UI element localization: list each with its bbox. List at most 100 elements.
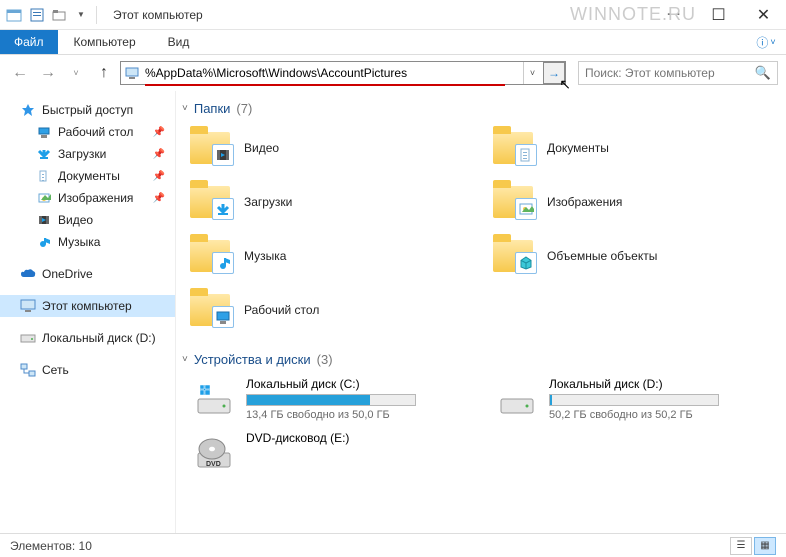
view-details-button[interactable]: ☰ bbox=[730, 537, 752, 555]
drive-item[interactable]: Локальный диск (C:) 13,4 ГБ свободно из 5… bbox=[188, 373, 479, 425]
qat-properties-icon[interactable] bbox=[28, 6, 46, 24]
folder-icon bbox=[493, 234, 537, 278]
pc-icon bbox=[20, 298, 36, 314]
qat-dropdown-icon[interactable]: ▼ bbox=[72, 6, 90, 24]
folder-item[interactable]: Объемные объекты bbox=[491, 230, 782, 282]
ribbon-tabs: Файл Компьютер Вид ⓘ ˅ bbox=[0, 30, 786, 55]
video-icon bbox=[36, 212, 52, 228]
chevron-down-icon: ˅ bbox=[182, 103, 188, 114]
folder-label: Изображения bbox=[547, 195, 622, 209]
navigation-pane: Быстрый доступ Рабочий стол📌Загрузки📌Док… bbox=[0, 91, 176, 533]
drive-free-text: 13,4 ГБ свободно из 50,0 ГБ bbox=[246, 409, 475, 421]
chevron-down-icon: ˅ bbox=[182, 354, 188, 365]
window-icon bbox=[6, 7, 22, 23]
drive-label: DVD-дисковод (E:) bbox=[246, 431, 475, 445]
group-drives-header[interactable]: ˅ Устройства и диски (3) bbox=[176, 350, 782, 373]
nav-row: ← → ˅ ↑ ˅ → ↖ 🔍 bbox=[0, 55, 786, 91]
folder-icon bbox=[493, 126, 537, 170]
tab-view[interactable]: Вид bbox=[152, 30, 206, 54]
folder-icon bbox=[190, 234, 234, 278]
nav-onedrive[interactable]: OneDrive bbox=[0, 263, 175, 285]
pin-icon: 📌 bbox=[153, 171, 165, 182]
folder-item[interactable]: Изображения bbox=[491, 176, 782, 228]
titlebar: ▼ Этот компьютер WINNOTE.RU ─ ☐ ✕ bbox=[0, 0, 786, 30]
nav-up-button[interactable]: ↑ bbox=[92, 61, 116, 85]
folder-label: Загрузки bbox=[244, 195, 292, 209]
address-go-button[interactable]: → bbox=[543, 62, 565, 84]
downloads-icon bbox=[36, 146, 52, 162]
nav-quick-item[interactable]: Изображения📌 bbox=[0, 187, 175, 209]
hdd-win-icon bbox=[192, 377, 236, 421]
nav-quick-item[interactable]: Загрузки📌 bbox=[0, 143, 175, 165]
tab-file[interactable]: Файл bbox=[0, 30, 58, 54]
group-folders-header[interactable]: ˅ Папки (7) bbox=[176, 99, 782, 122]
pin-icon: 📌 bbox=[153, 193, 165, 204]
nav-local-disk-d[interactable]: Локальный диск (D:) bbox=[0, 327, 175, 349]
pc-icon bbox=[121, 65, 143, 81]
content-area: ˅ Папки (7) Видео Документы Загрузки Изобра… bbox=[176, 91, 786, 533]
window-title: Этот компьютер bbox=[113, 8, 203, 22]
nav-quick-access[interactable]: Быстрый доступ bbox=[0, 99, 175, 121]
folder-icon bbox=[493, 180, 537, 224]
address-dropdown-icon[interactable]: ˅ bbox=[523, 62, 541, 84]
drive-item[interactable]: DVD DVD-дисковод (E:) bbox=[188, 427, 479, 479]
folder-item[interactable]: Музыка bbox=[188, 230, 479, 282]
svg-text:DVD: DVD bbox=[206, 461, 221, 468]
pin-icon: 📌 bbox=[153, 127, 165, 138]
folder-icon bbox=[190, 180, 234, 224]
pin-icon: 📌 bbox=[153, 149, 165, 160]
folder-icon bbox=[190, 288, 234, 332]
nav-quick-item[interactable]: Документы📌 bbox=[0, 165, 175, 187]
folder-item[interactable]: Документы bbox=[491, 122, 782, 174]
search-icon: 🔍 bbox=[755, 65, 771, 81]
folder-icon bbox=[190, 126, 234, 170]
folder-label: Объемные объекты bbox=[547, 249, 657, 263]
drive-usage-bar bbox=[549, 394, 719, 406]
search-input[interactable] bbox=[585, 66, 755, 80]
drive-free-text: 50,2 ГБ свободно из 50,2 ГБ bbox=[549, 409, 778, 421]
folder-item[interactable]: Видео bbox=[188, 122, 479, 174]
search-box[interactable]: 🔍 bbox=[578, 61, 778, 85]
network-icon bbox=[20, 362, 36, 378]
maximize-button[interactable]: ☐ bbox=[696, 0, 741, 30]
view-tiles-button[interactable]: ▦ bbox=[754, 537, 776, 555]
status-bar: Элементов: 10 ☰ ▦ bbox=[0, 533, 786, 557]
desktop-icon bbox=[36, 124, 52, 140]
cloud-icon bbox=[20, 266, 36, 282]
star-icon bbox=[20, 102, 36, 118]
folder-label: Рабочий стол bbox=[244, 303, 319, 317]
folder-label: Документы bbox=[547, 141, 609, 155]
folder-item[interactable]: Загрузки bbox=[188, 176, 479, 228]
nav-this-pc[interactable]: Этот компьютер bbox=[0, 295, 175, 317]
nav-back-button[interactable]: ← bbox=[8, 61, 32, 85]
drive-item[interactable]: Локальный диск (D:) 50,2 ГБ свободно из 5… bbox=[491, 373, 782, 425]
close-button[interactable]: ✕ bbox=[741, 0, 786, 30]
address-bar[interactable]: ˅ → ↖ bbox=[120, 61, 566, 85]
nav-history-dropdown[interactable]: ˅ bbox=[64, 61, 88, 85]
pictures-icon bbox=[36, 190, 52, 206]
watermark: WINNOTE.RU bbox=[570, 4, 696, 25]
drive-label: Локальный диск (D:) bbox=[549, 377, 778, 391]
ribbon-help-icon[interactable]: ⓘ ˅ bbox=[746, 30, 786, 54]
status-elements: Элементов: 10 bbox=[10, 539, 92, 553]
tab-computer[interactable]: Компьютер bbox=[58, 30, 152, 54]
folder-item[interactable]: Рабочий стол bbox=[188, 284, 479, 336]
nav-quick-item[interactable]: Музыка bbox=[0, 231, 175, 253]
folder-label: Видео bbox=[244, 141, 279, 155]
dvd-icon: DVD bbox=[192, 431, 236, 475]
address-underline bbox=[145, 84, 505, 86]
nav-quick-item[interactable]: Рабочий стол📌 bbox=[0, 121, 175, 143]
documents-icon bbox=[36, 168, 52, 184]
nav-forward-button[interactable]: → bbox=[36, 61, 60, 85]
separator bbox=[96, 6, 97, 24]
folder-label: Музыка bbox=[244, 249, 286, 263]
drive-usage-bar bbox=[246, 394, 416, 406]
address-input[interactable] bbox=[143, 63, 523, 83]
drive-label: Локальный диск (C:) bbox=[246, 377, 475, 391]
drive-icon bbox=[20, 330, 36, 346]
qat-newfolder-icon[interactable] bbox=[50, 6, 68, 24]
music-icon bbox=[36, 234, 52, 250]
nav-network[interactable]: Сеть bbox=[0, 359, 175, 381]
nav-quick-item[interactable]: Видео bbox=[0, 209, 175, 231]
hdd-icon bbox=[495, 377, 539, 421]
